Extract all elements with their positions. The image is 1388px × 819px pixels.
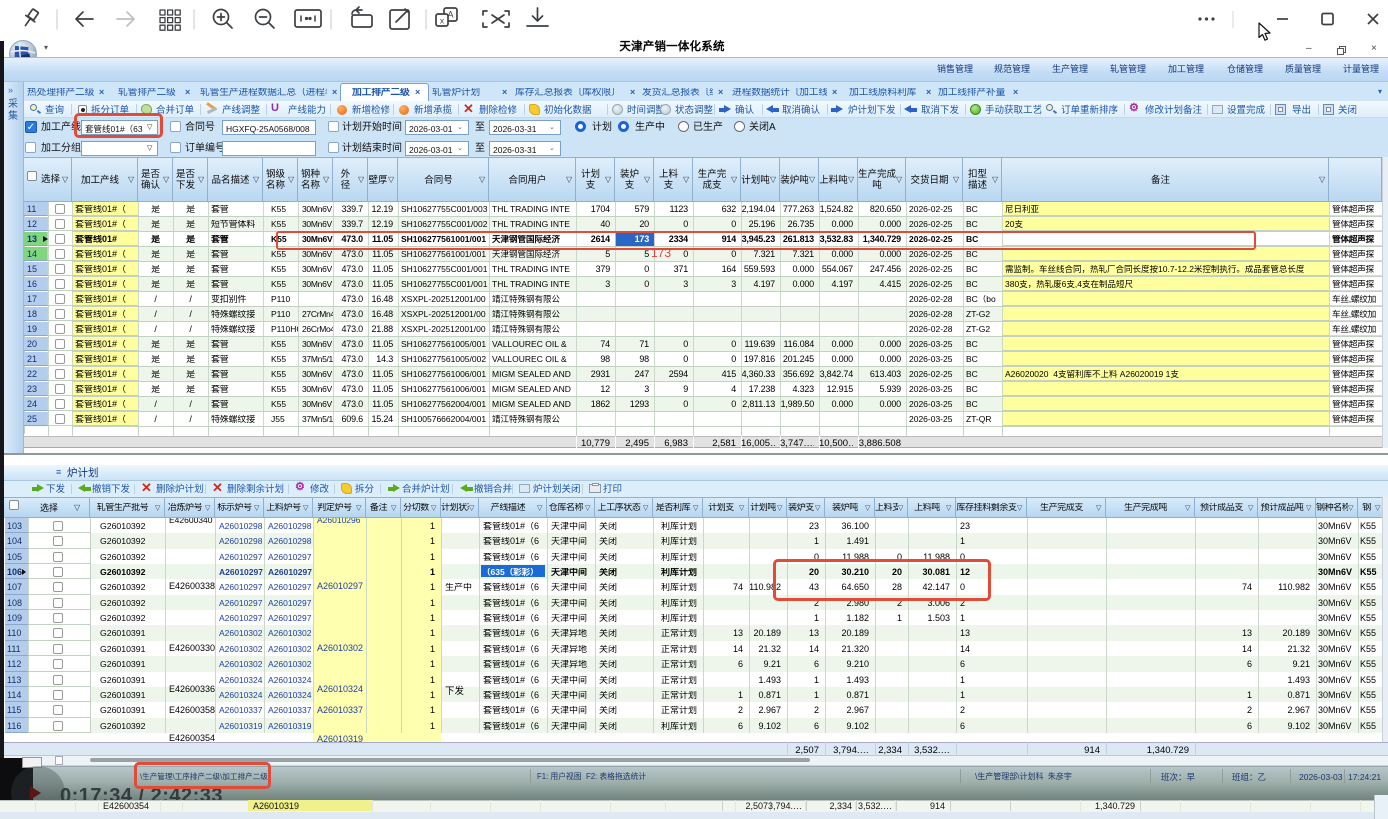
svg-text:▾: ▾ xyxy=(44,43,48,52)
